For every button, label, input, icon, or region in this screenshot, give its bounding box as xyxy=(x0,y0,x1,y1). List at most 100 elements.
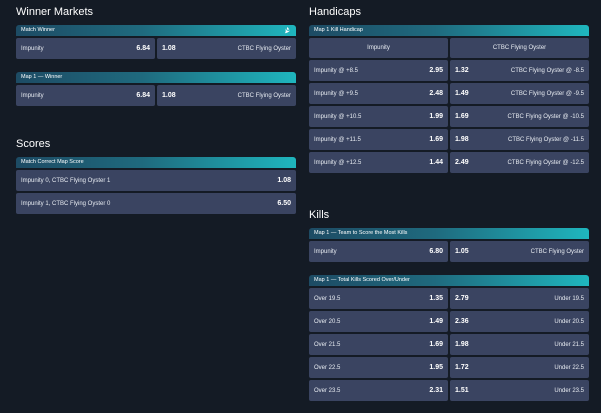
over-button[interactable]: Over 20.5 1.49 xyxy=(309,311,448,332)
odds-value: 2.36 xyxy=(455,318,469,325)
team-name: CTBC Flying Oyster xyxy=(237,92,291,99)
outcome-home-button[interactable]: Impunity 6.84 xyxy=(16,38,155,59)
under-button[interactable]: 1.51 Under 23.5 xyxy=(450,380,589,401)
map1-winner-market: Map 1 — Winner Impunity 6.84 1.08 CTBC F… xyxy=(16,72,296,106)
over-label: Over 22.5 xyxy=(314,364,341,371)
market-label: Map 1 — Total Kills Scored Over/Under xyxy=(314,277,410,283)
market-label: Map 1 — Team to Score the Most Kills xyxy=(314,230,408,236)
odds-value: 1.99 xyxy=(429,113,443,120)
odds-value: 1.98 xyxy=(455,341,469,348)
score-option-button[interactable]: Impunity 1, CTBC Flying Oyster 0 6.50 xyxy=(16,193,296,214)
handicap-label: Impunity @ +10.5 xyxy=(314,113,362,120)
outcome-row: Impunity @ +10.5 1.99 1.69 CTBC Flying O… xyxy=(309,106,589,127)
section-title: Scores xyxy=(16,138,51,150)
market-header: Map 1 — Team to Score the Most Kills xyxy=(309,228,589,239)
odds-value: 1.05 xyxy=(455,248,469,255)
team-name: Impunity xyxy=(21,92,44,99)
handicap-label: Impunity @ +12.5 xyxy=(314,159,362,166)
outcome-home-button[interactable]: Impunity 6.80 xyxy=(309,241,448,262)
outcome-home-button[interactable]: Impunity 6.84 xyxy=(16,85,155,106)
under-label: Under 19.5 xyxy=(554,295,584,302)
team-name: CTBC Flying Oyster xyxy=(530,248,584,255)
winner-markets-section: Winner Markets xyxy=(16,5,296,19)
handicap-home-button[interactable]: Impunity @ +9.5 2.48 xyxy=(309,83,448,104)
total-kills-market: Map 1 — Total Kills Scored Over/Under Ov… xyxy=(309,275,589,401)
odds-value: 6.80 xyxy=(429,248,443,255)
handicap-away-button[interactable]: 1.49 CTBC Flying Oyster @ -9.5 xyxy=(450,83,589,104)
over-button[interactable]: Over 21.5 1.69 xyxy=(309,334,448,355)
outcome-row: Impunity 6.80 1.05 CTBC Flying Oyster xyxy=(309,241,589,262)
under-label: Under 21.5 xyxy=(554,341,584,348)
handicap-label: Impunity @ +11.5 xyxy=(314,136,361,143)
under-button[interactable]: 1.72 Under 22.5 xyxy=(450,357,589,378)
score-option-button[interactable]: Impunity 0, CTBC Flying Oyster 1 1.08 xyxy=(16,170,296,191)
odds-value: 6.84 xyxy=(136,92,150,99)
handicap-away-button[interactable]: 2.49 CTBC Flying Oyster @ -12.5 xyxy=(450,152,589,173)
market-label: Map 1 Kill Handicap xyxy=(314,27,363,33)
market-label: Map 1 — Winner xyxy=(21,74,63,80)
odds-value: 1.98 xyxy=(455,136,469,143)
kill-handicap-market: Map 1 Kill Handicap Impunity CTBC Flying… xyxy=(309,25,589,173)
outcome-away-button[interactable]: 1.08 CTBC Flying Oyster xyxy=(157,38,296,59)
correct-map-score-market: Match Correct Map Score Impunity 0, CTBC… xyxy=(16,157,296,214)
over-label: Over 20.5 xyxy=(314,318,341,325)
odds-value: 1.35 xyxy=(429,295,443,302)
handicap-away-button[interactable]: 1.98 CTBC Flying Oyster @ -11.5 xyxy=(450,129,589,150)
handicaps-section: Handicaps xyxy=(309,5,589,19)
odds-value: 2.95 xyxy=(429,67,443,74)
outcome-row: Impunity @ +9.5 2.48 1.49 CTBC Flying Oy… xyxy=(309,83,589,104)
market-header: Match Correct Map Score xyxy=(16,157,296,168)
outcome-row: Impunity @ +12.5 1.44 2.49 CTBC Flying O… xyxy=(309,152,589,173)
team-name: Impunity xyxy=(21,45,44,52)
over-label: Over 19.5 xyxy=(314,295,341,302)
outcome-row: Impunity 1, CTBC Flying Oyster 0 6.50 xyxy=(16,193,296,214)
bird-icon xyxy=(284,26,291,34)
odds-value: 1.72 xyxy=(455,364,469,371)
under-label: Under 22.5 xyxy=(554,364,584,371)
over-label: Over 23.5 xyxy=(314,387,341,394)
outcome-row: Over 20.5 1.49 2.36 Under 20.5 xyxy=(309,311,589,332)
section-title: Handicaps xyxy=(309,6,361,18)
odds-value: 1.69 xyxy=(429,136,443,143)
under-button[interactable]: 1.98 Under 21.5 xyxy=(450,334,589,355)
over-button[interactable]: Over 23.5 2.31 xyxy=(309,380,448,401)
under-button[interactable]: 2.79 Under 19.5 xyxy=(450,288,589,309)
odds-value: 6.50 xyxy=(277,200,291,207)
handicap-away-button[interactable]: 1.32 CTBC Flying Oyster @ -8.5 xyxy=(450,60,589,81)
column-header: CTBC Flying Oyster xyxy=(450,38,589,58)
outcome-away-button[interactable]: 1.08 CTBC Flying Oyster xyxy=(157,85,296,106)
odds-value: 1.08 xyxy=(277,177,291,184)
odds-value: 2.48 xyxy=(429,90,443,97)
handicap-home-button[interactable]: Impunity @ +10.5 1.99 xyxy=(309,106,448,127)
odds-value: 1.69 xyxy=(429,341,443,348)
market-header: Match Winner xyxy=(16,25,296,36)
team-name: CTBC Flying Oyster xyxy=(237,45,291,52)
odds-value: 1.08 xyxy=(162,92,176,99)
handicap-home-button[interactable]: Impunity @ +8.5 2.95 xyxy=(309,60,448,81)
odds-value: 1.08 xyxy=(162,45,176,52)
odds-value: 1.69 xyxy=(455,113,469,120)
odds-value: 1.32 xyxy=(455,67,469,74)
odds-value: 1.44 xyxy=(429,159,443,166)
over-button[interactable]: Over 22.5 1.95 xyxy=(309,357,448,378)
over-button[interactable]: Over 19.5 1.35 xyxy=(309,288,448,309)
handicap-home-button[interactable]: Impunity @ +11.5 1.69 xyxy=(309,129,448,150)
handicap-home-button[interactable]: Impunity @ +12.5 1.44 xyxy=(309,152,448,173)
outcome-row: Over 19.5 1.35 2.79 Under 19.5 xyxy=(309,288,589,309)
score-label: Impunity 1, CTBC Flying Oyster 0 xyxy=(21,200,111,207)
match-winner-market: Match Winner Impunity 6.84 1.08 CTBC Fly… xyxy=(16,25,296,59)
section-title: Winner Markets xyxy=(16,6,94,18)
outcome-row: Impunity @ +8.5 2.95 1.32 CTBC Flying Oy… xyxy=(309,60,589,81)
under-button[interactable]: 2.36 Under 20.5 xyxy=(450,311,589,332)
handicap-rows: Impunity @ +8.5 2.95 1.32 CTBC Flying Oy… xyxy=(309,60,589,173)
handicap-away-button[interactable]: 1.69 CTBC Flying Oyster @ -10.5 xyxy=(450,106,589,127)
odds-value: 2.49 xyxy=(455,159,469,166)
odds-value: 6.84 xyxy=(136,45,150,52)
outcome-row: Impunity 6.84 1.08 CTBC Flying Oyster xyxy=(16,85,296,106)
handicap-label: Impunity @ +9.5 xyxy=(314,90,358,97)
most-kills-market: Map 1 — Team to Score the Most Kills Imp… xyxy=(309,228,589,262)
outcome-away-button[interactable]: 1.05 CTBC Flying Oyster xyxy=(450,241,589,262)
handicap-label: CTBC Flying Oyster @ -12.5 xyxy=(507,159,584,166)
handicap-label: CTBC Flying Oyster @ -8.5 xyxy=(510,67,584,74)
outcome-row: Impunity 6.84 1.08 CTBC Flying Oyster xyxy=(16,38,296,59)
